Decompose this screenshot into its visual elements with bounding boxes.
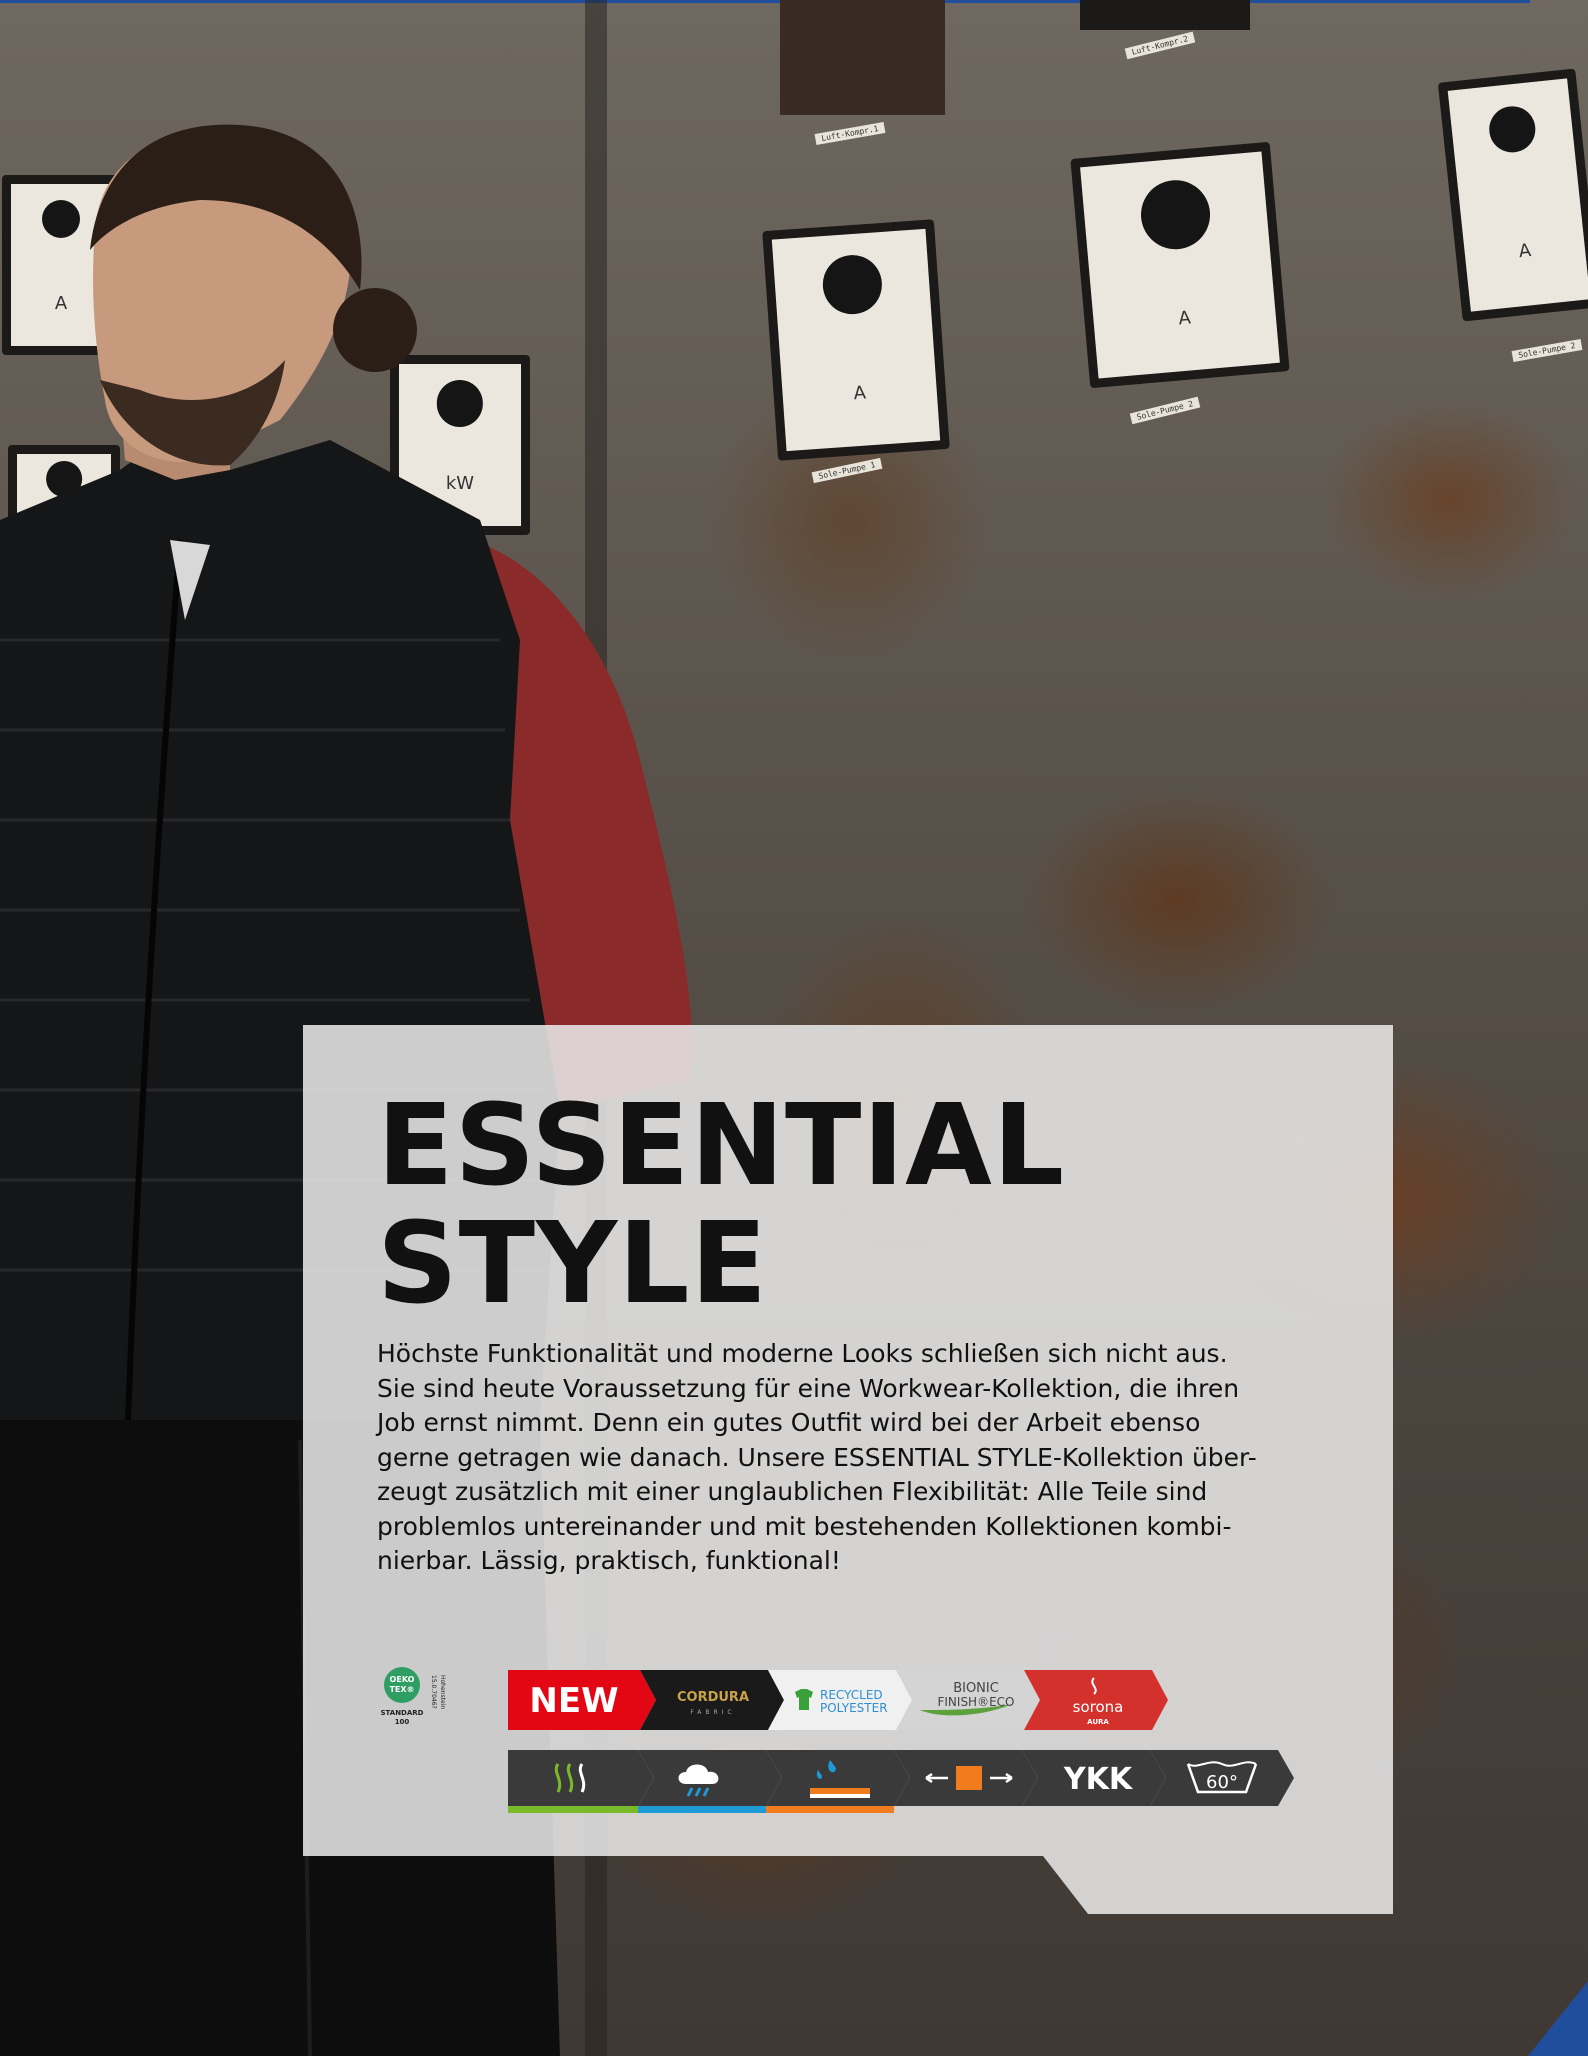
cordura-logo: CORDURA FABRIC (640, 1670, 784, 1730)
paragraph-line: Job ernst nimmt. Denn ein gutes Outfit w… (377, 1408, 1201, 1437)
gauge-meter: A (1070, 141, 1290, 389)
ykk-logo: YKK (1022, 1750, 1166, 1806)
paragraph-line: Höchste Funktionalität und moderne Looks… (377, 1339, 1228, 1368)
gauge-meter: A (1437, 68, 1588, 322)
svg-text:TEX®: TEX® (389, 1685, 414, 1694)
wash-60-icon: 60° (1150, 1750, 1294, 1806)
panel-frame (780, 0, 945, 115)
svg-text:60°: 60° (1206, 1772, 1238, 1793)
gauge-meter: A (762, 219, 950, 461)
svg-text:POLYESTER: POLYESTER (820, 1701, 888, 1715)
paragraph-line: gerne getragen wie danach. Unsere ESSENT… (377, 1442, 1257, 1472)
headline-line-1: ESSENTIAL (377, 1081, 1066, 1211)
headline-line-2: STYLE (377, 1199, 769, 1329)
svg-text:FINISH®ECO: FINISH®ECO (937, 1695, 1014, 1709)
svg-text:100: 100 (395, 1718, 410, 1726)
svg-text:YKK: YKK (1063, 1762, 1134, 1797)
intro-paragraph: Höchste Funktionalität und moderne Looks… (377, 1337, 1277, 1579)
svg-text:NEW: NEW (529, 1681, 618, 1721)
sorona-logo: sorona AURA (1024, 1670, 1168, 1730)
oeko-tex-logo: OEKO TEX® STANDARD 100 15.0.7046? Hohens… (381, 1667, 446, 1726)
paragraph-line: nierbar. Lässig, praktisch, funktional! (377, 1546, 841, 1575)
corner-accent (1528, 1981, 1588, 2056)
svg-text:sorona: sorona (1073, 1698, 1124, 1716)
svg-text:AURA: AURA (1087, 1718, 1109, 1726)
windproof-rain-icon (638, 1750, 782, 1813)
svg-text:STANDARD: STANDARD (381, 1709, 424, 1717)
info-panel: ESSENTIAL STYLE Höchste Funktionalität u… (303, 1025, 1393, 1914)
feature-icons-row: YKK 60° (508, 1750, 1294, 1813)
bionic-finish-logo: BIONIC FINISH®ECO (896, 1670, 1040, 1730)
material-badges-row: NEW CORDURA FABRIC RECYCLED POLYESTER BI… (508, 1670, 1168, 1730)
paragraph-line: problemlos untereinander und mit bestehe… (377, 1511, 1232, 1541)
svg-text:FABRIC: FABRIC (690, 1709, 735, 1716)
stretch-icon (894, 1750, 1038, 1806)
svg-text:RECYCLED: RECYCLED (820, 1688, 883, 1702)
new-badge: NEW (508, 1670, 656, 1730)
svg-text:CORDURA: CORDURA (677, 1690, 749, 1705)
svg-text:Hohenstein: Hohenstein (439, 1675, 446, 1709)
svg-text:15.0.7046?: 15.0.7046? (430, 1675, 437, 1709)
waterproof-icon (766, 1750, 910, 1813)
breathable-icon (508, 1750, 654, 1813)
paragraph-line: zeugt zusätzlich mit einer unglaublichen… (377, 1477, 1208, 1506)
paragraph-line: Sie sind heute Voraussetzung für eine Wo… (377, 1373, 1240, 1403)
panel-frame (1080, 0, 1250, 30)
svg-text:BIONIC: BIONIC (953, 1681, 999, 1696)
recycled-polyester-badge: RECYCLED POLYESTER (768, 1670, 912, 1730)
headline: ESSENTIAL STYLE (377, 1087, 1065, 1323)
svg-text:OEKO: OEKO (390, 1675, 415, 1684)
